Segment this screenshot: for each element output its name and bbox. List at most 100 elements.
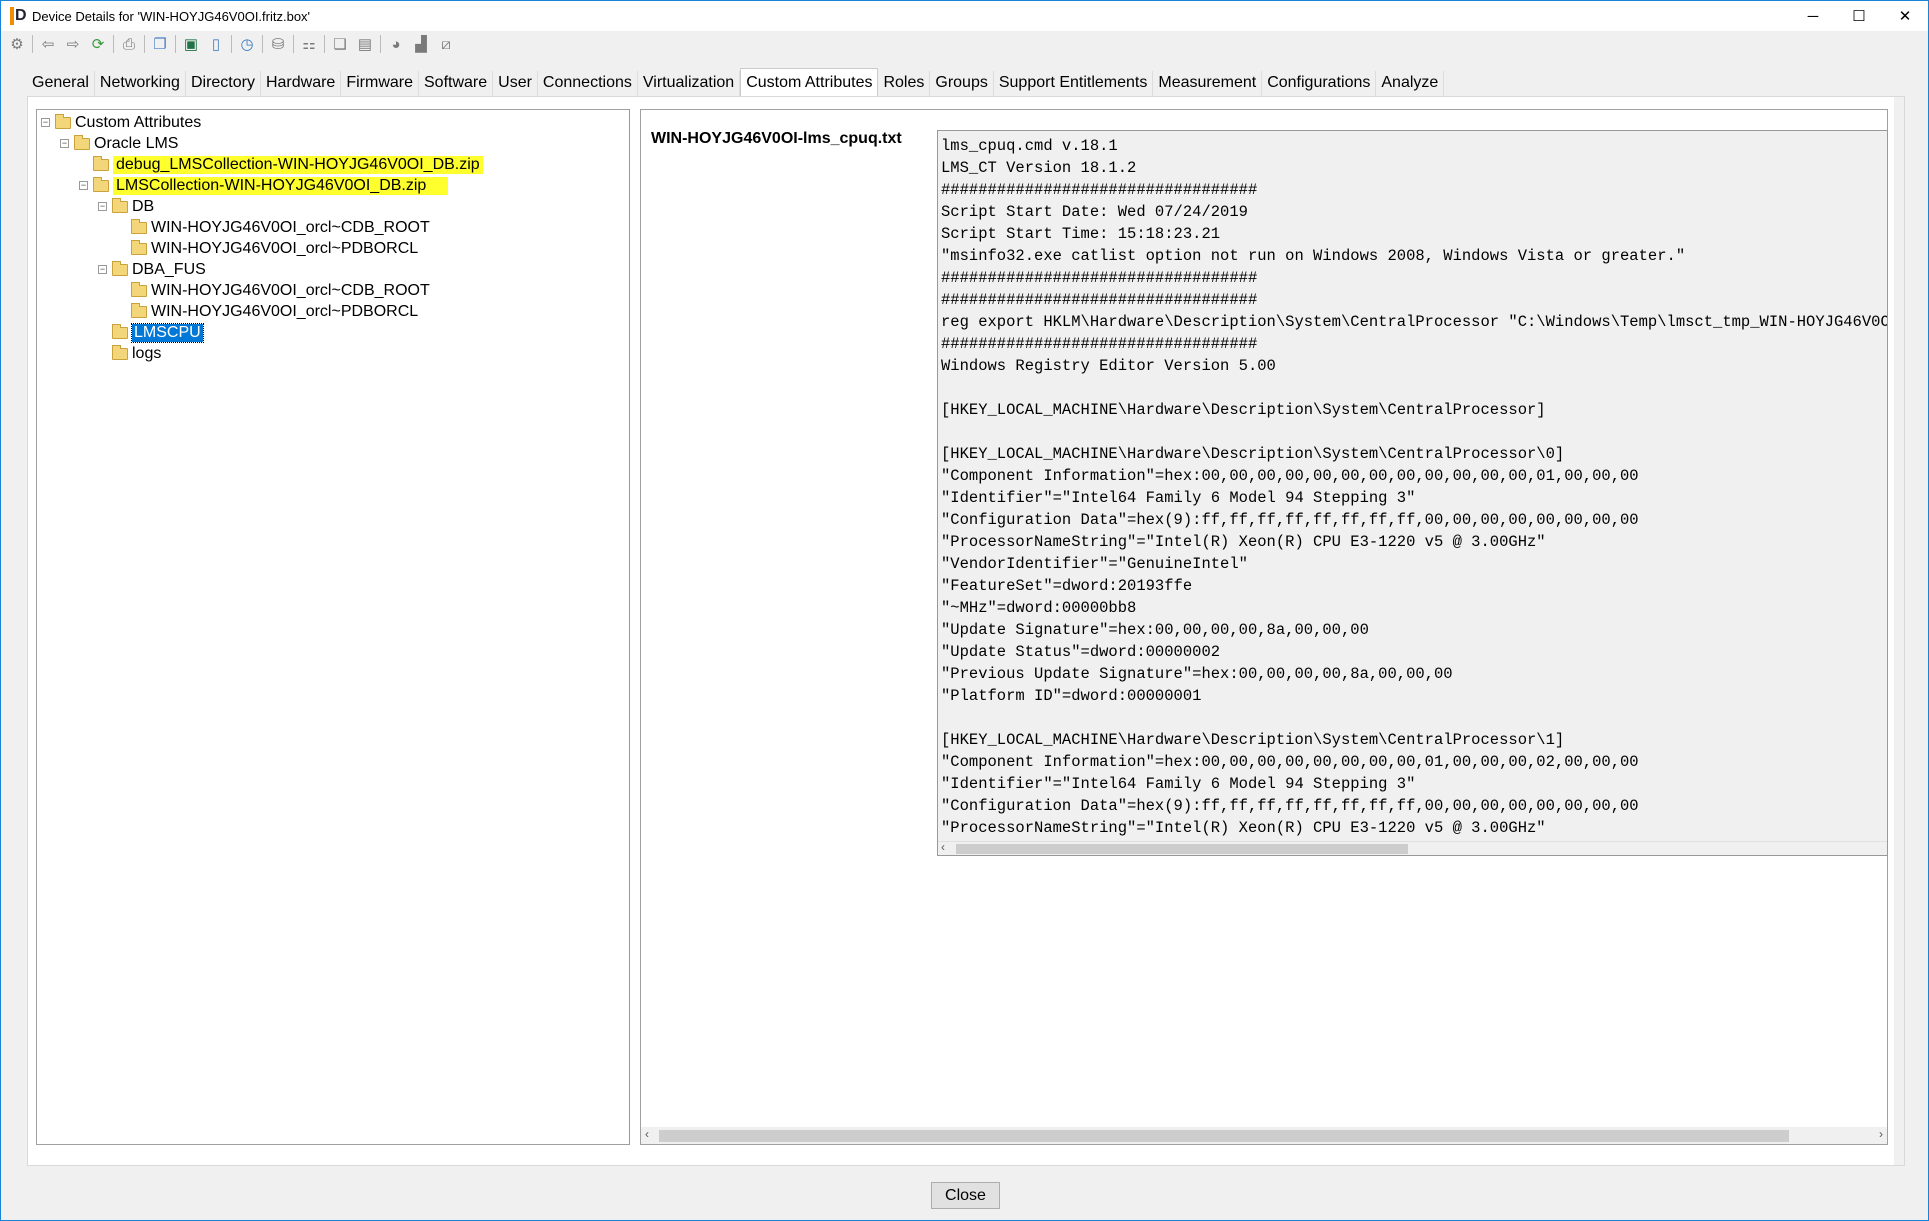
tree-node-lms-zip[interactable]: − LMSCollection-WIN-HOYJG46V0OI_DB.zip [79, 175, 448, 196]
tree-node-label: debug_LMSCollection-WIN-HOYJG46V0OI_DB.z… [113, 156, 483, 174]
tab-hardware[interactable]: Hardware [261, 71, 341, 97]
folder-icon [93, 159, 109, 171]
gear-icon[interactable]: ⚙ [7, 34, 27, 54]
tab-measurement[interactable]: Measurement [1153, 71, 1262, 97]
tree-node-dba-fus[interactable]: − DBA_FUS [98, 259, 206, 280]
tab-connections[interactable]: Connections [538, 71, 638, 97]
refresh-icon[interactable]: ⟳ [88, 34, 108, 54]
title-bar: D Device Details for 'WIN-HOYJG46V0OI.fr… [1, 1, 1928, 31]
folder-icon [93, 180, 109, 192]
back-icon[interactable]: ⇦ [38, 34, 58, 54]
tab-software[interactable]: Software [419, 71, 493, 97]
collapse-icon[interactable]: − [98, 202, 107, 211]
file-line: Windows Registry Editor Version 5.00 [941, 355, 1888, 377]
file-content-textarea[interactable]: lms_cpuq.cmd v.18.1LMS_CT Version 18.1.2… [937, 130, 1888, 856]
tab-configurations[interactable]: Configurations [1262, 71, 1376, 97]
file-line: "Previous Update Signature"=hex:00,00,00… [941, 663, 1888, 685]
custom-attributes-tree: −Custom Attributes −Oracle LMS debug_LMS… [36, 109, 630, 1145]
minimize-button[interactable]: ─ [1790, 1, 1836, 31]
app-logo-icon: D [10, 7, 26, 25]
alarm-clock-icon[interactable]: ◷ [237, 34, 257, 54]
pie-chart-icon[interactable]: ◕ [386, 34, 406, 54]
bar-chart-icon[interactable]: ▟ [411, 34, 431, 54]
toolbar-separator [262, 35, 263, 53]
tree-node-oracle-lms[interactable]: −Oracle LMS [60, 133, 178, 154]
toolbar-separator [324, 35, 325, 53]
file-line: ################################## [941, 333, 1888, 355]
file-line: "ProcessorNameString"="Intel(R) Xeon(R) … [941, 817, 1888, 839]
toolbar-separator [32, 35, 33, 53]
tab-bar: GeneralNetworkingDirectoryHardwareFirmwa… [27, 71, 1444, 97]
close-window-button[interactable]: ✕ [1882, 1, 1928, 31]
file-name-label: WIN-HOYJG46V0OI-lms_cpuq.txt [651, 130, 902, 148]
tab-firmware[interactable]: Firmware [341, 71, 419, 97]
tree-node-label: DB [132, 198, 154, 216]
line-chart-icon[interactable]: ⧄ [436, 34, 456, 54]
tree-node-custom-attributes[interactable]: −Custom Attributes [41, 112, 201, 133]
collapse-icon[interactable]: − [41, 118, 50, 127]
panel-horizontal-scrollbar[interactable]: ‹› [641, 1127, 1887, 1144]
toolbar-separator [175, 35, 176, 53]
tree-node-label: DBA_FUS [132, 261, 206, 279]
scroll-right-icon[interactable]: › [1879, 1127, 1883, 1141]
tree-node-fus-cdb-root[interactable]: WIN-HOYJG46V0OI_orcl~CDB_ROOT [117, 280, 430, 301]
table-icon[interactable]: ▤ [355, 34, 375, 54]
pages-icon[interactable]: ❏ [330, 34, 350, 54]
tab-virtualization[interactable]: Virtualization [638, 71, 740, 97]
collapse-icon[interactable]: − [60, 139, 69, 148]
copy-icon[interactable]: ❐ [150, 34, 170, 54]
tree-node-logs[interactable]: logs [98, 343, 161, 364]
tab-general[interactable]: General [27, 71, 95, 97]
tree-node-fus-pdborcl[interactable]: WIN-HOYJG46V0OI_orcl~PDBORCL [117, 301, 418, 322]
file-line: reg export HKLM\Hardware\Description\Sys… [941, 311, 1888, 333]
tree-node-label: LMSCollection-WIN-HOYJG46V0OI_DB.zip [113, 177, 448, 195]
file-line: "Update Signature"=hex:00,00,00,00,8a,00… [941, 619, 1888, 641]
scrollbar-thumb[interactable] [956, 844, 1408, 854]
scroll-left-icon[interactable]: ‹ [645, 1127, 649, 1141]
file-line: "Identifier"="Intel64 Family 6 Model 94 … [941, 487, 1888, 509]
hierarchy-icon[interactable]: ⚏ [299, 34, 319, 54]
file-line: LMS_CT Version 18.1.2 [941, 157, 1888, 179]
text-horizontal-scrollbar[interactable]: ‹ [938, 841, 1887, 855]
tab-user[interactable]: User [493, 71, 538, 97]
toolbar-separator [113, 35, 114, 53]
folder-icon [131, 285, 147, 297]
file-line: "Component Information"=hex:00,00,00,00,… [941, 751, 1888, 773]
maximize-button[interactable]: ☐ [1836, 1, 1882, 31]
file-line: [HKEY_LOCAL_MACHINE\Hardware\Description… [941, 399, 1888, 421]
panel-edge [1894, 97, 1904, 1165]
folder-icon [131, 306, 147, 318]
tree-node-label: logs [132, 345, 161, 363]
collapse-icon[interactable]: − [79, 181, 88, 190]
database-icon[interactable]: ⛁ [268, 34, 288, 54]
toolbar: ⚙ ⇦ ⇨ ⟳ ⎙ ❐ ▣ ▯ ◷ ⛁ ⚏ ❏ ▤ ◕ ▟ ⧄ [1, 32, 1928, 56]
tab-directory[interactable]: Directory [186, 71, 261, 97]
tree-node-db[interactable]: − DB [98, 196, 154, 217]
file-line: ################################## [941, 289, 1888, 311]
file-line: "Component Information"=hex:00,00,00,00,… [941, 465, 1888, 487]
scroll-left-icon[interactable]: ‹ [941, 840, 945, 854]
tab-roles[interactable]: Roles [878, 71, 930, 97]
file-line: lms_cpuq.cmd v.18.1 [941, 135, 1888, 157]
tree-node-db-cdb-root[interactable]: WIN-HOYJG46V0OI_orcl~CDB_ROOT [117, 217, 430, 238]
folder-icon [131, 243, 147, 255]
toolbar-separator [380, 35, 381, 53]
toolbar-separator [293, 35, 294, 53]
excel-icon[interactable]: ▣ [181, 34, 201, 54]
file-line: [HKEY_LOCAL_MACHINE\Hardware\Description… [941, 443, 1888, 465]
collapse-icon[interactable]: − [98, 265, 107, 274]
print-icon[interactable]: ⎙ [119, 34, 139, 54]
tab-custom-attributes[interactable]: Custom Attributes [740, 68, 878, 97]
tree-node-debug-zip[interactable]: debug_LMSCollection-WIN-HOYJG46V0OI_DB.z… [79, 154, 483, 175]
close-button[interactable]: Close [931, 1182, 1000, 1209]
file-line: "ProcessorNameString"="Intel(R) Xeon(R) … [941, 531, 1888, 553]
tab-support-entitlements[interactable]: Support Entitlements [994, 71, 1154, 97]
forward-icon[interactable]: ⇨ [63, 34, 83, 54]
tree-node-lmscpu[interactable]: LMSCPU [98, 322, 203, 343]
tab-analyze[interactable]: Analyze [1376, 71, 1444, 97]
scrollbar-thumb[interactable] [659, 1130, 1789, 1142]
tab-networking[interactable]: Networking [95, 71, 186, 97]
tree-node-db-pdborcl[interactable]: WIN-HOYJG46V0OI_orcl~PDBORCL [117, 238, 418, 259]
document-icon[interactable]: ▯ [206, 34, 226, 54]
tab-groups[interactable]: Groups [930, 71, 993, 97]
